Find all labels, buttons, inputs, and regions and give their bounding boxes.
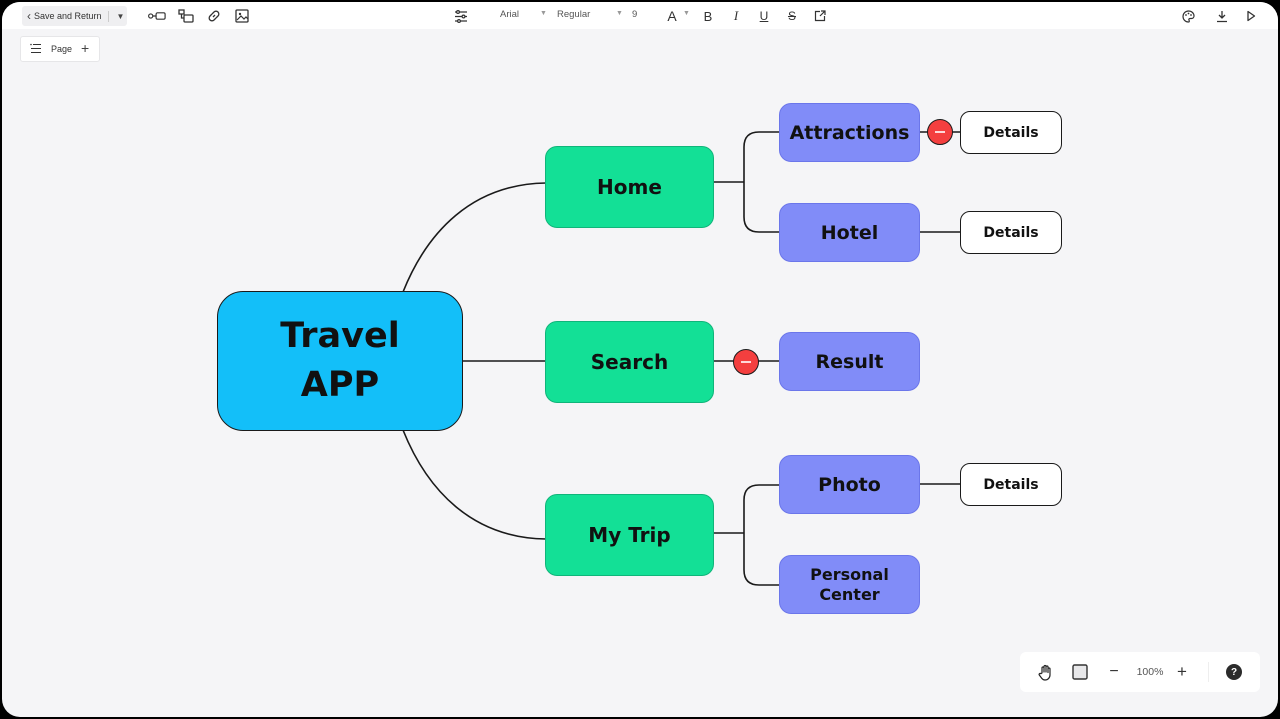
subtopic-node-photo[interactable]: Photo bbox=[779, 455, 920, 514]
subtopic-label: Attractions bbox=[789, 121, 910, 144]
underline-icon[interactable]: U bbox=[755, 7, 773, 25]
underline-glyph: U bbox=[759, 9, 769, 23]
font-color-glyph: A bbox=[667, 8, 677, 24]
root-node[interactable]: Travel APP bbox=[217, 291, 463, 431]
topic-node-my-trip[interactable]: My Trip bbox=[545, 494, 714, 576]
subtopic-node-personal-center[interactable]: Personal Center bbox=[779, 555, 920, 614]
font-color-icon[interactable]: A bbox=[663, 7, 681, 25]
detail-label: Details bbox=[983, 476, 1039, 493]
add-page-button[interactable]: + bbox=[81, 40, 89, 56]
collapse-toggle-search[interactable] bbox=[733, 349, 759, 375]
subtopic-label-line1: Personal bbox=[810, 564, 889, 584]
italic-glyph: I bbox=[733, 8, 739, 23]
subtopic-label: Hotel bbox=[820, 221, 879, 244]
detail-label: Details bbox=[983, 124, 1039, 141]
minus-icon bbox=[741, 361, 751, 363]
root-node-line2: APP bbox=[300, 365, 380, 405]
external-link-icon[interactable] bbox=[811, 7, 829, 25]
style-settings-icon[interactable] bbox=[452, 7, 470, 25]
subtopic-node-result[interactable]: Result bbox=[779, 332, 920, 391]
link-icon[interactable] bbox=[205, 7, 223, 25]
font-weight-caret-icon[interactable]: ▼ bbox=[616, 10, 623, 17]
zoom-level-readout: 100% bbox=[1136, 666, 1164, 678]
top-toolbar: ‹ Save and Return ▼ Arial ▼ Regular ▼ 9 … bbox=[2, 2, 1278, 29]
page-label[interactable]: Page bbox=[51, 44, 72, 54]
help-icon: ? bbox=[1226, 664, 1242, 680]
strike-glyph: S bbox=[787, 9, 796, 23]
font-family-caret-icon[interactable]: ▼ bbox=[540, 10, 547, 17]
download-icon[interactable] bbox=[1213, 7, 1231, 25]
connector-mytrip-children bbox=[713, 484, 780, 586]
subtopic-node-attractions[interactable]: Attractions bbox=[779, 103, 920, 162]
subtopic-label-line2: Center bbox=[819, 584, 880, 604]
zoom-controls: − 100% + ? bbox=[1020, 652, 1260, 692]
subtopic-node-hotel[interactable]: Hotel bbox=[779, 203, 920, 262]
topic-node-search[interactable]: Search bbox=[545, 321, 714, 403]
italic-icon[interactable]: I bbox=[727, 7, 745, 25]
connector-root-home bbox=[402, 182, 547, 293]
divider bbox=[107, 10, 109, 22]
detail-node-attractions[interactable]: Details bbox=[960, 111, 1062, 154]
topic-node-home[interactable]: Home bbox=[545, 146, 714, 228]
zoom-in-button[interactable]: + bbox=[1174, 662, 1190, 682]
font-weight-select[interactable]: Regular bbox=[557, 9, 590, 20]
bold-icon[interactable]: B bbox=[699, 7, 717, 25]
theme-palette-icon[interactable] bbox=[1179, 7, 1197, 25]
chevron-left-icon: ‹ bbox=[27, 9, 31, 23]
page-panel: Page + bbox=[20, 36, 100, 62]
subtopic-icon[interactable] bbox=[177, 7, 195, 25]
divider bbox=[1208, 662, 1209, 682]
connect-icon[interactable] bbox=[148, 7, 166, 25]
hand-pan-icon[interactable] bbox=[1036, 662, 1056, 682]
bold-glyph: B bbox=[703, 8, 713, 24]
collapse-toggle-attractions[interactable] bbox=[927, 119, 953, 145]
save-and-return-label: Save and Return bbox=[34, 11, 102, 21]
topic-label: My Trip bbox=[588, 523, 671, 547]
font-size-select[interactable]: 9 bbox=[632, 9, 637, 20]
minus-icon bbox=[935, 131, 945, 133]
connector-home-children bbox=[713, 131, 780, 233]
play-icon[interactable] bbox=[1242, 7, 1260, 25]
font-color-caret-icon[interactable]: ▼ bbox=[683, 10, 690, 17]
help-button[interactable]: ? bbox=[1224, 662, 1244, 682]
select-frame-icon[interactable] bbox=[1070, 662, 1090, 682]
save-and-return-button[interactable]: ‹ Save and Return ▼ bbox=[22, 6, 127, 26]
image-icon[interactable] bbox=[233, 7, 251, 25]
detail-label: Details bbox=[983, 224, 1039, 241]
app-window: ‹ Save and Return ▼ Arial ▼ Regular ▼ 9 … bbox=[2, 2, 1278, 717]
connector-root-mytrip bbox=[402, 429, 547, 540]
detail-node-hotel[interactable]: Details bbox=[960, 211, 1062, 254]
outline-list-icon[interactable] bbox=[30, 43, 42, 56]
root-node-line1: Travel bbox=[280, 316, 400, 356]
dropdown-caret-icon[interactable]: ▼ bbox=[117, 12, 125, 21]
subtopic-label: Result bbox=[815, 350, 884, 373]
zoom-out-button[interactable]: − bbox=[1106, 662, 1122, 682]
topic-label: Home bbox=[597, 175, 662, 199]
topic-label: Search bbox=[590, 350, 669, 374]
detail-node-photo[interactable]: Details bbox=[960, 463, 1062, 506]
font-family-select[interactable]: Arial bbox=[500, 9, 519, 20]
strikethrough-icon[interactable]: S bbox=[783, 7, 801, 25]
subtopic-label: Photo bbox=[818, 473, 881, 496]
